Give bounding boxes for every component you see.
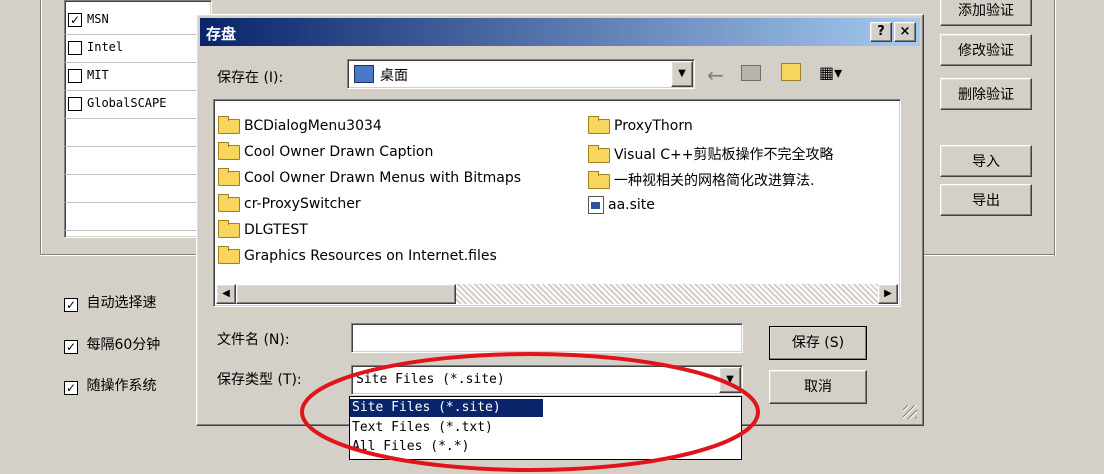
checkbox[interactable] <box>68 97 82 111</box>
option-label: 自动选择速 <box>86 295 157 311</box>
list-row-empty <box>65 175 211 203</box>
import-button[interactable]: 导入 <box>940 145 1032 177</box>
filename-label: 文件名 (N): <box>217 332 290 348</box>
list-item-label: Intel <box>87 40 124 54</box>
checkbox[interactable] <box>68 69 82 83</box>
folder-icon <box>218 115 240 134</box>
checkbox[interactable]: ✓ <box>68 13 82 27</box>
list-item-label: MSN <box>87 12 109 26</box>
list-row-empty <box>65 147 211 175</box>
save-in-combo[interactable]: 桌面 ▼ <box>347 59 695 89</box>
new-folder-icon[interactable] <box>781 63 801 81</box>
folder-icon <box>588 170 610 189</box>
checkbox[interactable]: ✓ <box>64 381 78 395</box>
horizontal-scrollbar[interactable]: ◀ ▶ <box>216 284 898 304</box>
option-label: 随操作系统 <box>86 378 157 394</box>
up-folder-icon[interactable] <box>741 65 761 81</box>
cancel-button[interactable]: 取消 <box>769 370 867 404</box>
add-verify-button[interactable]: 添加验证 <box>940 0 1032 26</box>
list-item-label: MIT <box>87 68 109 82</box>
site-file-icon <box>588 196 604 214</box>
option-startup[interactable]: ✓ 随操作系统 <box>64 375 156 395</box>
folder-icon <box>588 115 610 134</box>
close-button[interactable]: × <box>894 22 916 42</box>
save-in-label: 保存在 (I): <box>217 70 284 86</box>
list-item[interactable]: Graphics Resources on Internet.files <box>218 245 497 264</box>
list-row-empty <box>65 119 211 147</box>
list-item[interactable]: 一种视相关的网格简化改进算法. <box>588 170 814 190</box>
list-item[interactable]: BCDialogMenu3034 <box>218 115 382 134</box>
checkbox[interactable]: ✓ <box>64 340 78 354</box>
list-item[interactable]: Visual C++剪贴板操作不完全攻略 <box>588 144 833 164</box>
delete-verify-button[interactable]: 删除验证 <box>940 78 1032 110</box>
file-list[interactable]: BCDialogMenu3034 Cool Owner Drawn Captio… <box>213 99 901 307</box>
save-in-value: 桌面 <box>380 68 408 84</box>
back-icon[interactable]: ← <box>707 63 724 87</box>
folder-icon <box>218 141 240 160</box>
help-button[interactable]: ? <box>870 22 892 42</box>
verify-list[interactable]: ✓ MSN Intel MIT GlobalSCAPE <box>64 0 212 238</box>
scroll-thumb[interactable] <box>236 284 456 304</box>
list-item[interactable]: cr-ProxySwitcher <box>218 193 361 212</box>
list-item[interactable]: aa.site <box>588 196 655 214</box>
folder-icon <box>218 193 240 212</box>
option-interval[interactable]: ✓ 每隔60分钟 <box>64 334 160 354</box>
checkbox[interactable]: ✓ <box>64 298 78 312</box>
view-menu-icon[interactable]: ▦▾ <box>819 63 851 83</box>
folder-icon <box>218 245 240 264</box>
list-item[interactable]: DLGTEST <box>218 219 308 238</box>
list-item[interactable]: MIT <box>65 63 211 91</box>
scroll-left-button[interactable]: ◀ <box>216 284 236 304</box>
dialog-title: 存盘 <box>206 25 237 43</box>
filetype-label: 保存类型 (T): <box>217 372 302 388</box>
dropdown-arrow-button[interactable]: ▼ <box>671 61 693 87</box>
list-item[interactable]: Intel <box>65 35 211 63</box>
scroll-right-button[interactable]: ▶ <box>878 284 898 304</box>
option-label: 每隔60分钟 <box>86 337 161 353</box>
list-item[interactable]: GlobalSCAPE <box>65 91 211 119</box>
save-button[interactable]: 保存 (S) <box>769 326 867 360</box>
modify-verify-button[interactable]: 修改验证 <box>940 34 1032 66</box>
desktop-icon <box>354 65 374 83</box>
export-button[interactable]: 导出 <box>940 184 1032 216</box>
option-auto-select[interactable]: ✓ 自动选择速 <box>64 292 156 312</box>
folder-icon <box>218 167 240 186</box>
folder-icon <box>588 144 610 163</box>
folder-icon <box>218 219 240 238</box>
checkbox[interactable] <box>68 41 82 55</box>
resize-grip[interactable] <box>903 405 917 419</box>
list-item[interactable]: ProxyThorn <box>588 115 693 134</box>
list-item[interactable]: Cool Owner Drawn Caption <box>218 141 433 160</box>
list-item-label: GlobalSCAPE <box>87 96 167 110</box>
dialog-titlebar[interactable]: 存盘 ? × <box>200 18 920 46</box>
list-item[interactable]: Cool Owner Drawn Menus with Bitmaps <box>218 167 521 186</box>
list-item[interactable]: ✓ MSN <box>65 7 211 35</box>
red-ellipse-annotation <box>300 352 760 472</box>
list-row-empty <box>65 203 211 231</box>
